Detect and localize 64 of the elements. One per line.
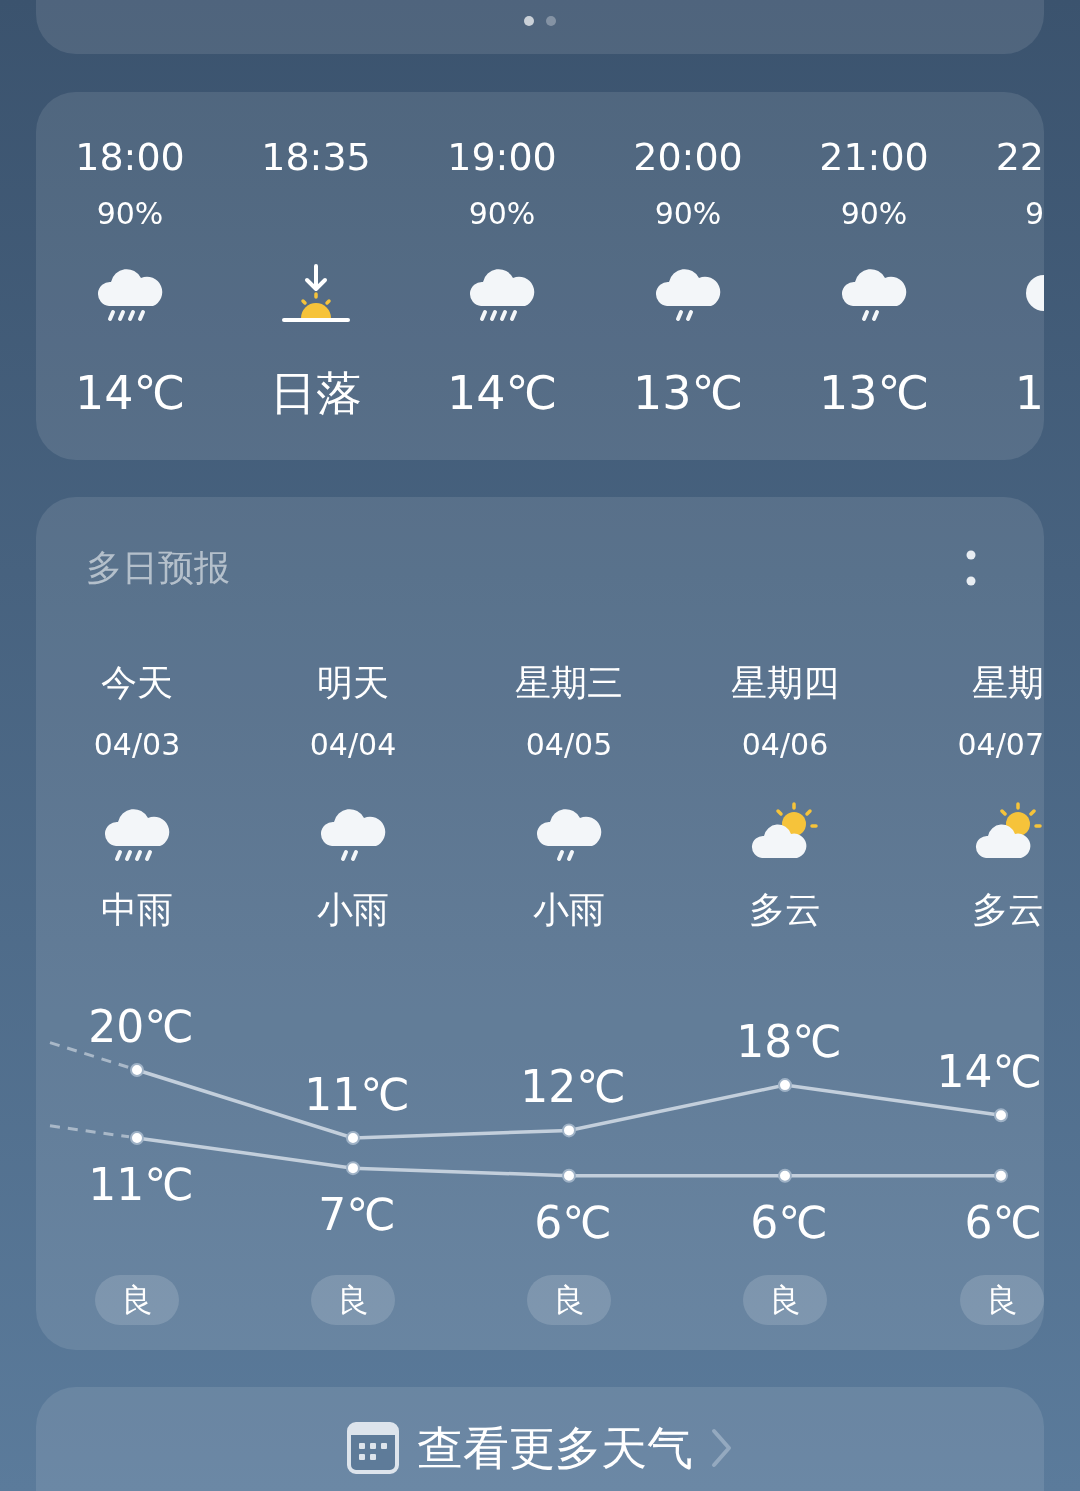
- temperature-label: 6℃: [964, 1196, 1042, 1248]
- temperature-label: 6℃: [534, 1196, 612, 1248]
- cloud-icon: [1026, 274, 1044, 311]
- hour-temperature: 1: [1014, 365, 1044, 421]
- day-name: 星期: [972, 661, 1044, 705]
- day-date: 04/05: [525, 727, 613, 763]
- hour-time: 21:00: [819, 135, 929, 179]
- temperature-label: 20℃: [88, 1001, 194, 1052]
- hour-time: 19:00: [447, 135, 557, 179]
- more-weather-button[interactable]: 查看更多天气: [347, 1417, 733, 1479]
- day-date: 04/07: [957, 727, 1044, 763]
- temperature-label: 11℃: [88, 1158, 194, 1210]
- weather-condition: 小雨: [317, 888, 389, 932]
- air-quality-badge: 良: [95, 1275, 179, 1325]
- hour-temperature: 13℃: [818, 365, 930, 421]
- section-title: 多日预报: [86, 546, 230, 590]
- day-date: 04/04: [309, 727, 397, 763]
- day-date: 04/06: [741, 727, 829, 763]
- weather-condition: 多云: [749, 888, 821, 932]
- data-point: [346, 1130, 360, 1145]
- sunset-icon: [281, 261, 351, 324]
- data-point: [778, 1078, 792, 1093]
- air-quality-badge: 良: [311, 1275, 395, 1325]
- data-point: [778, 1168, 792, 1183]
- precipitation-chance: 90%: [840, 197, 908, 231]
- temperature-label: 6℃: [750, 1196, 828, 1248]
- calendar-icon: [347, 1422, 399, 1474]
- data-point: [130, 1063, 144, 1077]
- hour-time: 20:00: [633, 135, 743, 179]
- temperature-label: 18℃: [736, 1016, 842, 1068]
- precipitation-chance: 90%: [468, 197, 536, 231]
- hour-temperature: 13℃: [632, 365, 744, 421]
- chevron-right-icon: [711, 1428, 733, 1468]
- weather-condition: 中雨: [101, 888, 173, 932]
- precipitation-chance: 9: [1024, 197, 1044, 231]
- data-point: [994, 1108, 1008, 1123]
- hour-temperature: 14℃: [446, 365, 558, 421]
- day-name: 星期四: [731, 661, 839, 705]
- temperature-label: 14℃: [936, 1046, 1042, 1098]
- weather-condition: 多云: [972, 888, 1044, 932]
- hour-temperature: 14℃: [74, 365, 186, 421]
- day-name: 明天: [317, 661, 389, 705]
- precipitation-chance: 90%: [96, 197, 164, 231]
- precipitation-chance: 90%: [654, 197, 722, 231]
- day-name: 今天: [101, 661, 173, 705]
- hour-time: 18:35: [261, 135, 371, 179]
- air-quality-badge: 良: [960, 1275, 1044, 1325]
- hour-time: 18:00: [75, 135, 185, 179]
- weather-condition: 小雨: [533, 888, 605, 932]
- more-icon[interactable]: [966, 550, 976, 586]
- day-name: 星期三: [515, 661, 623, 705]
- data-point: [130, 1130, 144, 1145]
- data-point: [994, 1168, 1008, 1183]
- air-quality-badge: 良: [527, 1275, 611, 1325]
- air-quality-badge: 良: [743, 1275, 827, 1325]
- data-point: [562, 1168, 576, 1183]
- temperature-label: 11℃: [304, 1068, 410, 1120]
- data-point: [562, 1123, 576, 1138]
- temperature-label: 12℃: [520, 1061, 626, 1113]
- hour-temperature: 日落: [270, 365, 362, 421]
- hour-time: 22: [995, 135, 1044, 179]
- day-date: 04/03: [93, 727, 181, 763]
- data-point: [346, 1161, 360, 1176]
- temperature-label: 7℃: [318, 1189, 396, 1241]
